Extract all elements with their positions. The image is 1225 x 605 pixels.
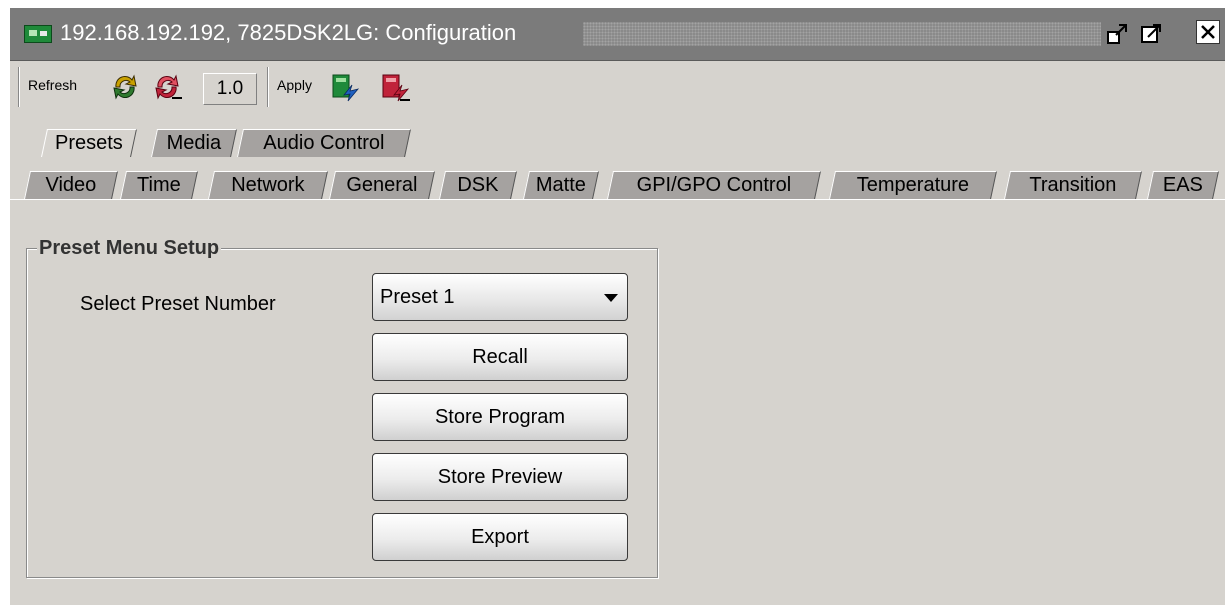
toolbar: Refresh 1.0 Apply xyxy=(10,61,1225,113)
version-field[interactable]: 1.0 xyxy=(203,73,257,105)
tab-audio-control[interactable]: Audio Control xyxy=(237,129,411,157)
tab-temperature[interactable]: Temperature xyxy=(829,171,997,199)
card-icon xyxy=(24,25,52,43)
tab-general[interactable]: General xyxy=(329,171,435,199)
tab-network[interactable]: Network xyxy=(208,171,328,199)
close-icon[interactable] xyxy=(1196,20,1220,44)
auto-refresh-icon[interactable] xyxy=(152,71,182,103)
maximize-icon[interactable] xyxy=(1140,21,1164,45)
select-preset-label: Select Preset Number xyxy=(80,293,276,315)
tab-transition[interactable]: Transition xyxy=(1004,171,1142,199)
tab-row-lower: Video Time Network General DSK Matte GPI… xyxy=(10,171,1225,199)
title-bar[interactable]: 192.168.192.192, 7825DSK2LG: Configurati… xyxy=(10,8,1225,61)
preset-number-select[interactable]: Preset 1 xyxy=(372,273,628,321)
tab-row-upper: Presets Media Audio Control xyxy=(10,129,1225,157)
apply-icon[interactable] xyxy=(330,71,360,103)
store-program-button[interactable]: Store Program xyxy=(372,393,628,441)
undock-icon[interactable] xyxy=(1106,21,1130,45)
refresh-icon[interactable] xyxy=(110,71,140,103)
tab-eas[interactable]: EAS xyxy=(1147,171,1219,199)
recall-button[interactable]: Recall xyxy=(372,333,628,381)
tab-gpi-gpo-control[interactable]: GPI/GPO Control xyxy=(607,171,821,199)
tab-dsk[interactable]: DSK xyxy=(439,171,517,199)
preset-select-value: Preset 1 xyxy=(380,286,455,308)
tab-matte[interactable]: Matte xyxy=(523,171,599,199)
apply-label[interactable]: Apply xyxy=(277,77,312,93)
window-title: 192.168.192.192, 7825DSK2LG: Configurati… xyxy=(60,20,517,45)
chevron-down-icon[interactable] xyxy=(604,294,618,302)
configuration-window: 192.168.192.192, 7825DSK2LG: Configurati… xyxy=(10,8,1225,605)
toolbar-separator xyxy=(18,67,20,107)
title-bar-grip[interactable] xyxy=(583,22,1101,46)
tab-time[interactable]: Time xyxy=(120,171,198,199)
tab-media[interactable]: Media xyxy=(151,129,237,157)
tab-presets[interactable]: Presets xyxy=(41,129,137,157)
group-title: Preset Menu Setup xyxy=(37,237,222,260)
refresh-label[interactable]: Refresh xyxy=(28,77,77,93)
store-preview-button[interactable]: Store Preview xyxy=(372,453,628,501)
auto-apply-icon[interactable] xyxy=(380,71,410,103)
export-button[interactable]: Export xyxy=(372,513,628,561)
toolbar-separator xyxy=(267,67,269,107)
tab-video[interactable]: Video xyxy=(24,171,118,199)
